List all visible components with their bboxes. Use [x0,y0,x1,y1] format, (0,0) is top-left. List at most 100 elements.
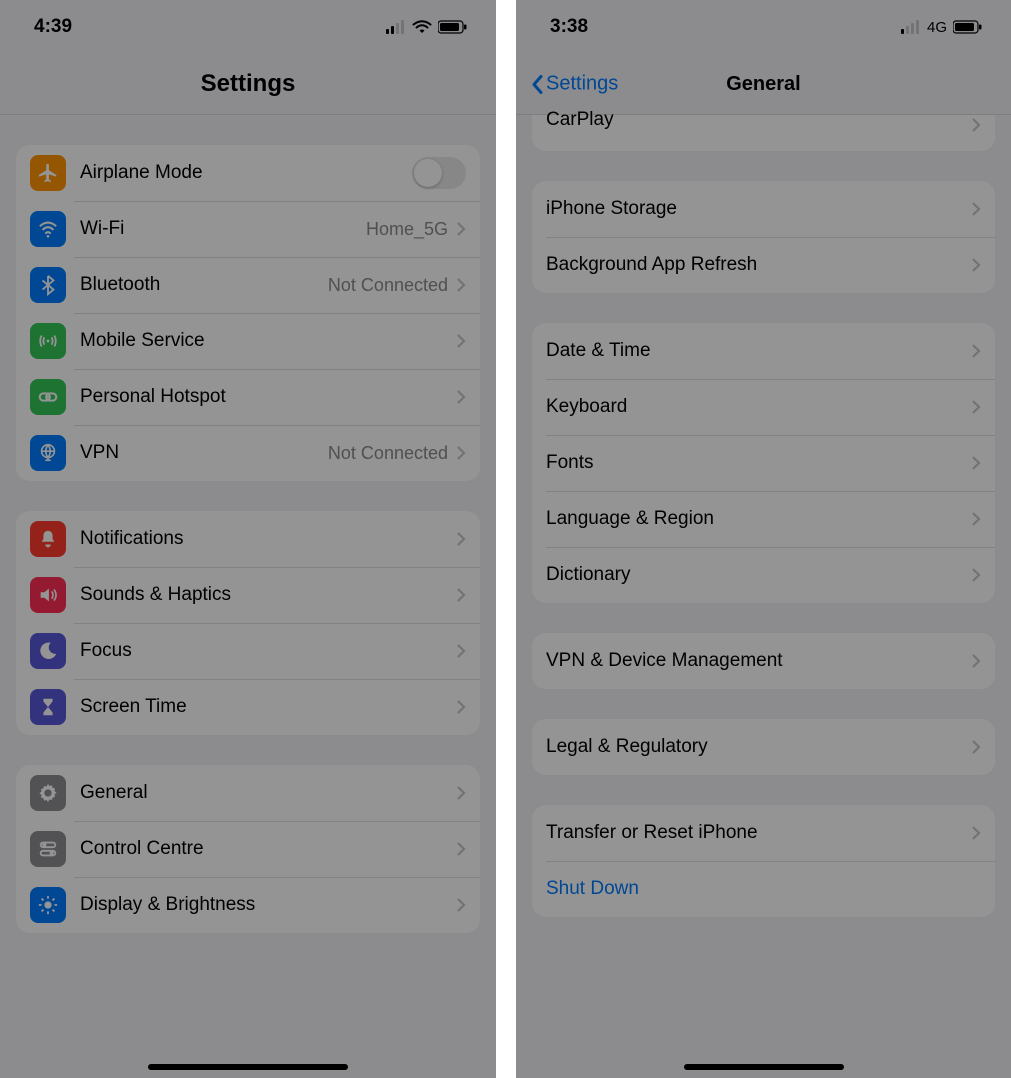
row-vpn-device-management[interactable]: VPN & Device Management [532,633,995,689]
row-label: Fonts [546,452,971,474]
cellular-icon [901,20,921,34]
row-keyboard[interactable]: Keyboard [532,379,995,435]
page-title: Settings [14,70,482,98]
settings-group-system: General Control Centre Display & Brightn… [16,765,480,933]
row-shut-down[interactable]: Shut Down [532,861,995,917]
chevron-right-icon [971,117,981,133]
group-storage: iPhone Storage Background App Refresh [532,181,995,293]
status-indicators [386,20,468,34]
wifi-icon [412,20,432,34]
status-bar: 3:38 4G [516,0,1011,54]
row-carplay[interactable]: CarPlay [532,115,995,151]
bell-icon [30,521,66,557]
row-detail: Not Connected [328,275,448,296]
chevron-right-icon [971,739,981,755]
row-label: iPhone Storage [546,198,971,220]
row-label: Sounds & Haptics [80,584,456,606]
row-label: CarPlay [546,109,971,131]
chevron-right-icon [456,221,466,237]
row-legal-regulatory[interactable]: Legal & Regulatory [532,719,995,775]
switches-icon [30,831,66,867]
chevron-right-icon [456,643,466,659]
row-detail: Not Connected [328,443,448,464]
chevron-right-icon [456,531,466,547]
row-airplane-mode[interactable]: Airplane Mode [16,145,480,201]
row-date-time[interactable]: Date & Time [532,323,995,379]
row-label: Airplane Mode [80,162,412,184]
row-notifications[interactable]: Notifications [16,511,480,567]
chevron-right-icon [971,201,981,217]
battery-icon [438,20,468,34]
status-bar: 4:39 [0,0,496,54]
row-label: Wi-Fi [80,218,366,240]
row-label: Focus [80,640,456,662]
wifi-app-icon [30,211,66,247]
settings-screen: 4:39 Settings Airplane Mode Wi- [0,0,496,1078]
bluetooth-icon [30,267,66,303]
row-iphone-storage[interactable]: iPhone Storage [532,181,995,237]
row-label: Shut Down [546,878,981,900]
row-wifi[interactable]: Wi-Fi Home_5G [16,201,480,257]
row-label: Transfer or Reset iPhone [546,822,971,844]
row-label: Personal Hotspot [80,386,456,408]
row-mobile-service[interactable]: Mobile Service [16,313,480,369]
group-vpn-dm: VPN & Device Management [532,633,995,689]
antenna-icon [30,323,66,359]
status-time: 3:38 [550,16,588,38]
battery-icon [953,20,983,34]
row-vpn[interactable]: VPN Not Connected [16,425,480,481]
row-label: Background App Refresh [546,254,971,276]
group-reset: Transfer or Reset iPhone Shut Down [532,805,995,917]
row-general[interactable]: General [16,765,480,821]
row-sounds-haptics[interactable]: Sounds & Haptics [16,567,480,623]
cellular-icon [386,20,406,34]
row-dictionary[interactable]: Dictionary [532,547,995,603]
chevron-right-icon [456,389,466,405]
home-indicator[interactable] [684,1064,844,1070]
chevron-right-icon [971,343,981,359]
hourglass-icon [30,689,66,725]
nav-header: Settings [0,54,496,114]
row-screen-time[interactable]: Screen Time [16,679,480,735]
row-background-app-refresh[interactable]: Background App Refresh [532,237,995,293]
home-indicator[interactable] [148,1064,348,1070]
general-screen: 3:38 4G Settings General CarPlay iPhone [516,0,1011,1078]
row-focus[interactable]: Focus [16,623,480,679]
row-language-region[interactable]: Language & Region [532,491,995,547]
gear-icon [30,775,66,811]
settings-group-network: Airplane Mode Wi-Fi Home_5G Bluetooth No… [16,145,480,481]
chevron-right-icon [971,511,981,527]
row-label: Legal & Regulatory [546,736,971,758]
row-label: Screen Time [80,696,456,718]
chevron-right-icon [456,841,466,857]
row-label: Keyboard [546,396,971,418]
group-locale: Date & Time Keyboard Fonts Language & Re… [532,323,995,603]
row-fonts[interactable]: Fonts [532,435,995,491]
row-label: Language & Region [546,508,971,530]
row-detail: Home_5G [366,219,448,240]
row-label: Display & Brightness [80,894,456,916]
chevron-right-icon [456,785,466,801]
row-label: Notifications [80,528,456,550]
group-legal: Legal & Regulatory [532,719,995,775]
row-label: VPN & Device Management [546,650,971,672]
airplane-toggle[interactable] [412,157,466,189]
row-personal-hotspot[interactable]: Personal Hotspot [16,369,480,425]
row-label: Control Centre [80,838,456,860]
row-label: General [80,782,456,804]
settings-list[interactable]: Airplane Mode Wi-Fi Home_5G Bluetooth No… [0,115,496,1078]
row-transfer-reset[interactable]: Transfer or Reset iPhone [532,805,995,861]
general-list[interactable]: iPhone Storage Background App Refresh Da… [516,181,1011,917]
network-label: 4G [927,19,947,36]
row-bluetooth[interactable]: Bluetooth Not Connected [16,257,480,313]
row-display-brightness[interactable]: Display & Brightness [16,877,480,933]
link-icon [30,379,66,415]
row-label: VPN [80,442,328,464]
chevron-right-icon [971,257,981,273]
row-control-centre[interactable]: Control Centre [16,821,480,877]
chevron-right-icon [971,567,981,583]
airplane-icon [30,155,66,191]
status-indicators: 4G [901,19,983,36]
globe-icon [30,435,66,471]
chevron-right-icon [456,897,466,913]
